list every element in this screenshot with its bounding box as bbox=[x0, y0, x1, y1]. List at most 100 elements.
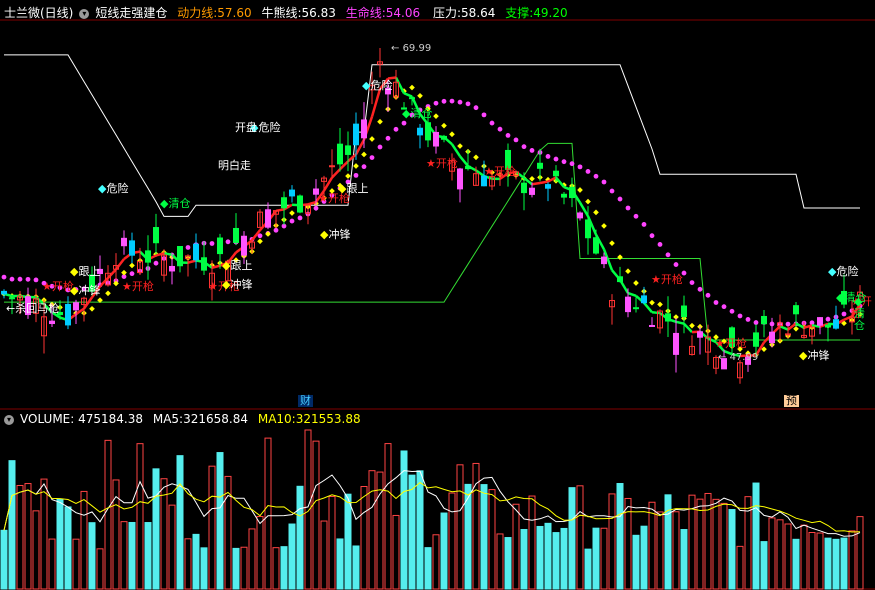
life-line-dot bbox=[513, 137, 519, 143]
life-line-dot bbox=[457, 99, 463, 105]
bull-bear-dot bbox=[657, 301, 663, 308]
power-line-segment bbox=[459, 155, 469, 167]
volume-bar bbox=[8, 460, 16, 590]
volume-bar bbox=[648, 501, 656, 590]
volume-bar bbox=[360, 486, 368, 590]
volume-bar bbox=[152, 468, 160, 590]
signal-gdiamond-label: ◆清仓 bbox=[852, 296, 875, 332]
low-price-label: ← 47.99 bbox=[718, 352, 759, 363]
ma5-value: 321658.84 bbox=[183, 412, 249, 426]
candle-body bbox=[769, 331, 775, 344]
life-line-dot bbox=[17, 276, 23, 282]
life-line-dot bbox=[617, 196, 623, 202]
support-label: 支撑: bbox=[505, 6, 534, 20]
candle-body bbox=[145, 250, 151, 263]
life-line-dot bbox=[625, 205, 631, 211]
signal-text: 跟上 bbox=[230, 259, 253, 272]
volume-bar bbox=[824, 537, 832, 590]
candle-body bbox=[433, 131, 439, 147]
pressure-label: 压力: bbox=[433, 6, 462, 20]
volume-dropdown-icon[interactable]: ▾ bbox=[4, 414, 14, 425]
signal-star-label: ★开枪 bbox=[482, 166, 518, 178]
power-line-label: 动力线:57.60 bbox=[177, 6, 252, 20]
indicator-name[interactable]: 短线走强建仓 bbox=[95, 6, 167, 20]
financial-report-marker[interactable]: 财 bbox=[298, 395, 313, 407]
star-icon: ★ bbox=[208, 280, 218, 293]
volume-bar bbox=[448, 492, 456, 590]
volume-bar bbox=[32, 510, 40, 590]
life-line-dot bbox=[433, 100, 439, 106]
volume-bar bbox=[16, 484, 24, 590]
volume-bar bbox=[664, 494, 672, 590]
life-line-dot bbox=[9, 276, 15, 282]
candle-body bbox=[681, 305, 687, 318]
candle-body bbox=[561, 193, 567, 198]
life-line-dot bbox=[577, 164, 583, 170]
life-line-dot bbox=[481, 112, 487, 118]
signal-text: 明白走 bbox=[218, 159, 251, 172]
signal-ydiamond-label: ◆跟上 bbox=[220, 260, 254, 272]
volume-bar bbox=[560, 527, 568, 590]
volume-bar bbox=[608, 493, 616, 590]
life-line-dot bbox=[209, 241, 215, 246]
candle-body bbox=[337, 143, 343, 165]
life-line-dot bbox=[569, 161, 575, 167]
volume-bar bbox=[512, 503, 520, 590]
signal-cdiamond-label: ◆危险 bbox=[96, 183, 130, 195]
signal-text: 冲锋 bbox=[807, 349, 830, 362]
bull-bear-dot bbox=[361, 151, 367, 158]
ma10-label: MA10: bbox=[257, 412, 296, 426]
volume-bar bbox=[208, 465, 216, 590]
volume-bar bbox=[80, 490, 88, 590]
volume-bar bbox=[120, 521, 128, 590]
bull-bear-dot bbox=[689, 322, 695, 329]
signal-text: 开枪 bbox=[493, 165, 516, 178]
candle-body bbox=[9, 297, 15, 300]
candle-body bbox=[297, 195, 303, 213]
life-line-dot bbox=[361, 164, 367, 170]
power-line-segment bbox=[187, 259, 197, 264]
bull-bear-dot bbox=[617, 254, 623, 260]
bull-bear-dot bbox=[585, 198, 591, 205]
life-line-dot bbox=[673, 262, 679, 267]
candle-body bbox=[73, 302, 79, 311]
volume-bar bbox=[840, 537, 848, 590]
volume-bar bbox=[272, 547, 280, 590]
volume-bar bbox=[144, 522, 152, 590]
bull-bear-dot bbox=[473, 154, 479, 161]
volume-bar bbox=[496, 533, 504, 590]
power-line-segment bbox=[331, 168, 341, 179]
life-line-dot bbox=[1, 274, 7, 280]
volume-bar bbox=[672, 511, 680, 590]
life-line-dot bbox=[441, 98, 447, 104]
power-line-segment bbox=[531, 181, 541, 186]
volume-bar bbox=[784, 523, 792, 590]
candle-body bbox=[217, 237, 223, 255]
volume-bar bbox=[416, 470, 424, 590]
life-line-dot bbox=[497, 126, 503, 132]
bull-bear-dot bbox=[369, 136, 375, 142]
power-line-segment bbox=[394, 76, 406, 94]
signal-text: 冲锋 bbox=[230, 278, 253, 291]
candle-body bbox=[425, 122, 431, 141]
life-line-dot bbox=[649, 233, 655, 239]
signal-cdiamond-label: ◆危险 bbox=[360, 80, 394, 92]
candle-body bbox=[345, 145, 351, 155]
volume-bar bbox=[520, 528, 528, 590]
indicator-dropdown-icon[interactable]: ▾ bbox=[79, 8, 90, 19]
candle-body bbox=[529, 187, 535, 195]
forecast-marker[interactable]: 预 bbox=[784, 395, 799, 407]
life-line-dot bbox=[505, 133, 511, 138]
chart-canvas bbox=[0, 19, 875, 590]
signal-text: 危险 bbox=[370, 79, 393, 92]
volume-bar bbox=[104, 439, 112, 590]
volume-bar bbox=[232, 547, 240, 590]
power-line-segment bbox=[322, 176, 334, 192]
volume-bar bbox=[528, 495, 536, 590]
power-line-segment bbox=[115, 258, 125, 271]
volume-bar bbox=[720, 502, 728, 590]
life-line-dot bbox=[297, 215, 303, 221]
volume-bar bbox=[640, 525, 648, 590]
volume-bar bbox=[64, 506, 72, 590]
candle-body bbox=[441, 135, 447, 140]
